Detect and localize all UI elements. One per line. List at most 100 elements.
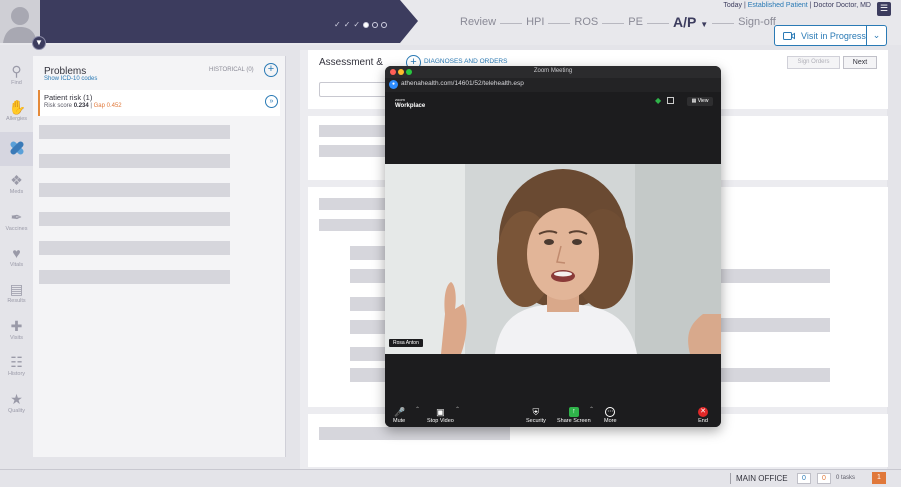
share-screen-icon: ↑ bbox=[568, 407, 579, 417]
loading-placeholder bbox=[39, 270, 230, 284]
search-icon: ⚲ bbox=[11, 63, 22, 79]
loading-placeholder bbox=[721, 318, 830, 332]
zoom-window-title: Zoom Meeting bbox=[533, 68, 573, 74]
view-button[interactable]: ▦ View bbox=[687, 97, 713, 106]
tab-pe[interactable]: PE bbox=[628, 16, 643, 30]
count-badge[interactable]: 0 bbox=[797, 473, 811, 484]
risk-score-value: 0.234 bbox=[73, 103, 89, 109]
sign-orders-button[interactable]: Sign Orders bbox=[787, 56, 840, 69]
add-problem-icon[interactable]: + bbox=[264, 63, 278, 77]
loading-placeholder bbox=[721, 368, 830, 382]
loading-placeholder bbox=[350, 269, 390, 283]
doctor-name[interactable]: Doctor Doctor, MD bbox=[813, 2, 871, 9]
sidebar-item-label: Vitals bbox=[9, 262, 24, 268]
loading-placeholder bbox=[39, 241, 230, 255]
sidebar-item-results[interactable]: ▤ Results bbox=[0, 278, 33, 312]
grid-icon: ▦ bbox=[691, 98, 697, 104]
participant-name-tag: Rosa Anton bbox=[389, 339, 423, 347]
more-button[interactable]: ⋯ More bbox=[604, 405, 617, 424]
workflow-progress: ✓ ✓ ✓ bbox=[334, 19, 394, 31]
sidebar-item-history[interactable]: ☷ History bbox=[0, 351, 33, 385]
end-label: End bbox=[698, 418, 708, 424]
separator: | bbox=[743, 2, 746, 9]
alert-badge[interactable]: 1 bbox=[872, 472, 886, 484]
date-label: Today bbox=[723, 2, 743, 9]
tasks-count[interactable]: 0 tasks bbox=[836, 475, 855, 481]
risk-score-line: Risk score 0.234 | Gap 0.452 bbox=[44, 103, 122, 109]
zoom-logo-icon: ● bbox=[389, 80, 398, 89]
microphone-icon: 🎤 bbox=[394, 407, 406, 417]
sidebar-item-find[interactable]: ⚲ Find bbox=[0, 60, 33, 94]
encryption-shield-icon[interactable]: ◆ bbox=[655, 97, 662, 105]
sidebar-item-quality[interactable]: ★ Quality bbox=[0, 388, 33, 422]
sidebar-item-label: Allergies bbox=[5, 116, 28, 122]
loading-placeholder bbox=[721, 269, 830, 283]
diagnoses-orders-link[interactable]: DIAGNOSES AND ORDERS bbox=[424, 58, 507, 65]
participant-video-frame bbox=[385, 164, 721, 354]
loading-placeholder bbox=[319, 125, 389, 137]
separator: | bbox=[809, 2, 812, 9]
tab-ros[interactable]: ROS bbox=[574, 16, 598, 30]
pills-icon: ❖ bbox=[10, 172, 23, 188]
sidebar-item-problems[interactable] bbox=[0, 132, 33, 166]
zoom-meeting-window[interactable]: Zoom Meeting ● athenahealth.com/14601/52… bbox=[385, 66, 721, 427]
mute-button[interactable]: 🎤 Mute bbox=[393, 405, 405, 424]
office-name[interactable]: MAIN OFFICE bbox=[736, 474, 788, 483]
sidebar: ⚲ Find ✋ Allergies ❖ Meds ✒ Vaccines ♥ V… bbox=[0, 56, 33, 469]
share-screen-label: Share Screen bbox=[557, 418, 591, 424]
sidebar-item-label: Find bbox=[11, 80, 22, 86]
stop-video-button[interactable]: ▣ Stop Video bbox=[427, 405, 454, 424]
chevron-down-icon[interactable]: ⌄ bbox=[866, 25, 887, 46]
sidebar-item-label: Results bbox=[7, 298, 26, 304]
user-line: Today | Established Patient | Doctor Doc… bbox=[723, 2, 871, 9]
zoom-url[interactable]: athenahealth.com/14601/52/telehealth.esp bbox=[401, 80, 524, 87]
security-button[interactable]: ⛨ Security bbox=[526, 405, 546, 424]
mute-label: Mute bbox=[393, 418, 406, 424]
count-badge[interactable]: 0 bbox=[817, 473, 831, 484]
tab-sign-off[interactable]: Sign-off bbox=[738, 16, 776, 30]
assessment-input[interactable] bbox=[319, 82, 389, 97]
security-label: Security bbox=[526, 418, 546, 424]
end-meeting-button[interactable]: ✕ End bbox=[698, 405, 708, 424]
sidebar-item-visits[interactable]: ✚ Visits bbox=[0, 315, 33, 349]
workflow-tabs: Review HPI ROS PE A/P ▼ Sign-off bbox=[460, 14, 776, 30]
chevron-up-icon[interactable]: ⌃ bbox=[455, 406, 460, 413]
sidebar-item-vaccines[interactable]: ✒ Vaccines bbox=[0, 206, 33, 240]
double-chevron-right-icon[interactable]: » bbox=[265, 95, 278, 108]
loading-placeholder bbox=[350, 368, 390, 382]
patient-risk-title: Patient risk (1) bbox=[44, 93, 93, 102]
loading-placeholder bbox=[350, 347, 390, 361]
sidebar-item-allergies[interactable]: ✋ Allergies bbox=[0, 96, 33, 130]
fullscreen-icon[interactable] bbox=[667, 97, 674, 104]
historical-toggle[interactable]: HISTORICAL (0) bbox=[209, 67, 254, 73]
visit-in-progress-button[interactable]: Visit in Progress bbox=[774, 25, 867, 46]
participant-video[interactable] bbox=[385, 164, 721, 354]
divider bbox=[730, 473, 731, 484]
chevron-up-icon[interactable]: ⌃ bbox=[415, 406, 420, 413]
show-icd10-link[interactable]: Show ICD-10 codes bbox=[44, 76, 97, 82]
star-icon: ★ bbox=[10, 391, 23, 407]
sidebar-item-vitals[interactable]: ♥ Vitals bbox=[0, 242, 33, 276]
view-label: View bbox=[697, 98, 709, 104]
share-screen-button[interactable]: ↑ Share Screen bbox=[557, 405, 591, 424]
next-button[interactable]: Next bbox=[843, 56, 877, 69]
tab-ap[interactable]: A/P ▼ bbox=[673, 14, 708, 30]
sidebar-item-meds[interactable]: ❖ Meds bbox=[0, 169, 33, 203]
visit-button-label: Visit in Progress bbox=[801, 30, 866, 41]
results-icon: ▤ bbox=[9, 281, 24, 297]
loading-placeholder bbox=[39, 125, 230, 139]
sidebar-item-label: Vaccines bbox=[5, 226, 28, 232]
chevron-down-icon[interactable]: ▼ bbox=[32, 36, 46, 50]
shield-icon: ⛨ bbox=[532, 407, 540, 417]
loading-placeholder bbox=[350, 246, 390, 260]
syringe-icon: ✒ bbox=[10, 209, 23, 225]
patient-status-link[interactable]: Established Patient bbox=[748, 2, 808, 9]
assessment-title: Assessment & bbox=[319, 57, 383, 68]
tab-hpi[interactable]: HPI bbox=[526, 16, 544, 30]
chevron-up-icon[interactable]: ⌃ bbox=[589, 406, 594, 413]
hamburger-menu-icon[interactable]: ☰ bbox=[877, 2, 891, 16]
bandage-icon bbox=[9, 141, 24, 155]
sidebar-item-label: Quality bbox=[7, 408, 26, 414]
gap-value: 0.452 bbox=[106, 103, 122, 109]
tab-review[interactable]: Review bbox=[460, 16, 496, 30]
